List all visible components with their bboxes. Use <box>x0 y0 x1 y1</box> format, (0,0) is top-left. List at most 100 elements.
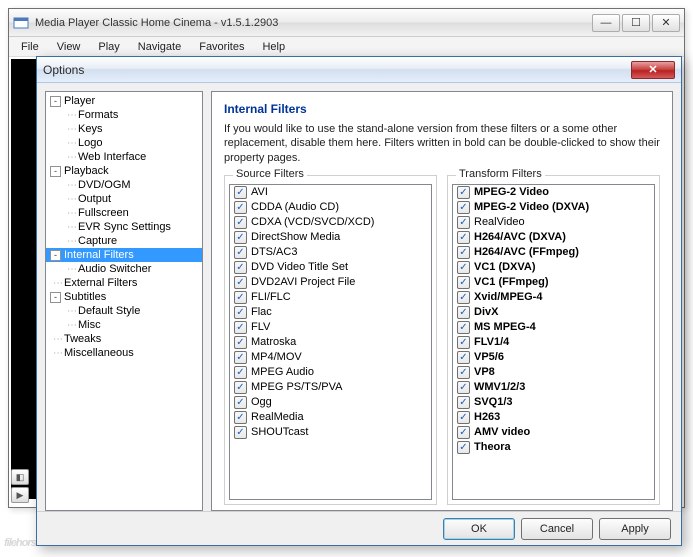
tree-toggle-icon[interactable]: - <box>50 96 61 107</box>
filter-item[interactable]: ✓SHOUTcast <box>230 425 431 440</box>
filter-item[interactable]: ✓AVI <box>230 185 431 200</box>
filter-item[interactable]: ✓H264/AVC (FFmpeg) <box>453 245 654 260</box>
filter-item[interactable]: ✓RealVideo <box>453 215 654 230</box>
filter-item[interactable]: ✓Matroska <box>230 335 431 350</box>
tree-item-logo[interactable]: ⋯Logo <box>46 136 202 150</box>
filter-item[interactable]: ✓FLV <box>230 320 431 335</box>
checkbox-icon[interactable]: ✓ <box>234 306 247 319</box>
filter-item[interactable]: ✓H264/AVC (DXVA) <box>453 230 654 245</box>
filter-item[interactable]: ✓MP4/MOV <box>230 350 431 365</box>
close-button[interactable]: ✕ <box>652 14 680 32</box>
tree-item-playback[interactable]: -Playback <box>46 164 202 178</box>
play-button[interactable]: ▶ <box>11 487 29 503</box>
filter-item[interactable]: ✓Ogg <box>230 395 431 410</box>
menu-help[interactable]: Help <box>254 39 293 55</box>
options-titlebar[interactable]: Options ✕ <box>37 57 681 83</box>
checkbox-icon[interactable]: ✓ <box>457 261 470 274</box>
tree-item-evr-sync-settings[interactable]: ⋯EVR Sync Settings <box>46 220 202 234</box>
tree-item-output[interactable]: ⋯Output <box>46 192 202 206</box>
checkbox-icon[interactable]: ✓ <box>457 201 470 214</box>
filter-item[interactable]: ✓DVD Video Title Set <box>230 260 431 275</box>
tree-item-tweaks[interactable]: ⋯Tweaks <box>46 332 202 346</box>
checkbox-icon[interactable]: ✓ <box>457 186 470 199</box>
tree-item-player[interactable]: -Player <box>46 94 202 108</box>
checkbox-icon[interactable]: ✓ <box>234 276 247 289</box>
filter-item[interactable]: ✓MPEG PS/TS/PVA <box>230 380 431 395</box>
filter-item[interactable]: ✓AMV video <box>453 425 654 440</box>
filter-item[interactable]: ✓Flac <box>230 305 431 320</box>
checkbox-icon[interactable]: ✓ <box>457 231 470 244</box>
checkbox-icon[interactable]: ✓ <box>234 291 247 304</box>
menu-favorites[interactable]: Favorites <box>191 39 252 55</box>
checkbox-icon[interactable]: ✓ <box>234 231 247 244</box>
checkbox-icon[interactable]: ✓ <box>234 186 247 199</box>
filter-item[interactable]: ✓RealMedia <box>230 410 431 425</box>
tree-item-subtitles[interactable]: -Subtitles <box>46 290 202 304</box>
filter-item[interactable]: ✓MS MPEG-4 <box>453 320 654 335</box>
seek-handle-icon[interactable]: ◧ <box>11 469 29 485</box>
tree-item-external-filters[interactable]: ⋯External Filters <box>46 276 202 290</box>
filter-item[interactable]: ✓MPEG Audio <box>230 365 431 380</box>
menu-view[interactable]: View <box>49 39 89 55</box>
checkbox-icon[interactable]: ✓ <box>457 306 470 319</box>
ok-button[interactable]: OK <box>443 518 515 540</box>
filter-item[interactable]: ✓Xvid/MPEG-4 <box>453 290 654 305</box>
checkbox-icon[interactable]: ✓ <box>234 261 247 274</box>
cancel-button[interactable]: Cancel <box>521 518 593 540</box>
checkbox-icon[interactable]: ✓ <box>234 381 247 394</box>
tree-item-formats[interactable]: ⋯Formats <box>46 108 202 122</box>
tree-item-capture[interactable]: ⋯Capture <box>46 234 202 248</box>
filter-item[interactable]: ✓VC1 (DXVA) <box>453 260 654 275</box>
menu-navigate[interactable]: Navigate <box>130 39 189 55</box>
nav-tree[interactable]: -Player⋯Formats⋯Keys⋯Logo⋯Web Interface-… <box>45 91 203 511</box>
filter-item[interactable]: ✓VP8 <box>453 365 654 380</box>
tree-item-fullscreen[interactable]: ⋯Fullscreen <box>46 206 202 220</box>
filter-item[interactable]: ✓VP5/6 <box>453 350 654 365</box>
checkbox-icon[interactable]: ✓ <box>234 411 247 424</box>
source-filters-list[interactable]: ✓AVI✓CDDA (Audio CD)✓CDXA (VCD/SVCD/XCD)… <box>229 184 432 500</box>
filter-item[interactable]: ✓DirectShow Media <box>230 230 431 245</box>
checkbox-icon[interactable]: ✓ <box>234 351 247 364</box>
checkbox-icon[interactable]: ✓ <box>457 411 470 424</box>
tree-toggle-icon[interactable]: - <box>50 166 61 177</box>
filter-item[interactable]: ✓CDDA (Audio CD) <box>230 200 431 215</box>
filter-item[interactable]: ✓FLI/FLC <box>230 290 431 305</box>
tree-item-miscellaneous[interactable]: ⋯Miscellaneous <box>46 346 202 360</box>
filter-item[interactable]: ✓CDXA (VCD/SVCD/XCD) <box>230 215 431 230</box>
filter-item[interactable]: ✓MPEG-2 Video (DXVA) <box>453 200 654 215</box>
tree-toggle-icon[interactable]: - <box>50 250 61 261</box>
checkbox-icon[interactable]: ✓ <box>457 351 470 364</box>
menu-play[interactable]: Play <box>90 39 127 55</box>
tree-item-internal-filters[interactable]: -Internal Filters <box>46 248 202 262</box>
transform-filters-list[interactable]: ✓MPEG-2 Video✓MPEG-2 Video (DXVA)✓RealVi… <box>452 184 655 500</box>
checkbox-icon[interactable]: ✓ <box>457 246 470 259</box>
checkbox-icon[interactable]: ✓ <box>457 426 470 439</box>
tree-item-default-style[interactable]: ⋯Default Style <box>46 304 202 318</box>
checkbox-icon[interactable]: ✓ <box>234 216 247 229</box>
checkbox-icon[interactable]: ✓ <box>234 336 247 349</box>
filter-item[interactable]: ✓FLV1/4 <box>453 335 654 350</box>
filter-item[interactable]: ✓DivX <box>453 305 654 320</box>
checkbox-icon[interactable]: ✓ <box>457 396 470 409</box>
checkbox-icon[interactable]: ✓ <box>457 321 470 334</box>
filter-item[interactable]: ✓H263 <box>453 410 654 425</box>
filter-item[interactable]: ✓DVD2AVI Project File <box>230 275 431 290</box>
checkbox-icon[interactable]: ✓ <box>457 381 470 394</box>
tree-item-keys[interactable]: ⋯Keys <box>46 122 202 136</box>
main-titlebar[interactable]: Media Player Classic Home Cinema - v1.5.… <box>9 9 684 37</box>
checkbox-icon[interactable]: ✓ <box>457 291 470 304</box>
tree-toggle-icon[interactable]: - <box>50 292 61 303</box>
tree-item-dvd-ogm[interactable]: ⋯DVD/OGM <box>46 178 202 192</box>
dialog-close-button[interactable]: ✕ <box>631 61 675 79</box>
filter-item[interactable]: ✓VC1 (FFmpeg) <box>453 275 654 290</box>
tree-item-audio-switcher[interactable]: ⋯Audio Switcher <box>46 262 202 276</box>
checkbox-icon[interactable]: ✓ <box>457 336 470 349</box>
minimize-button[interactable]: — <box>592 14 620 32</box>
checkbox-icon[interactable]: ✓ <box>234 201 247 214</box>
checkbox-icon[interactable]: ✓ <box>457 441 470 454</box>
checkbox-icon[interactable]: ✓ <box>457 216 470 229</box>
menu-file[interactable]: File <box>13 39 47 55</box>
checkbox-icon[interactable]: ✓ <box>234 321 247 334</box>
filter-item[interactable]: ✓WMV1/2/3 <box>453 380 654 395</box>
checkbox-icon[interactable]: ✓ <box>234 366 247 379</box>
